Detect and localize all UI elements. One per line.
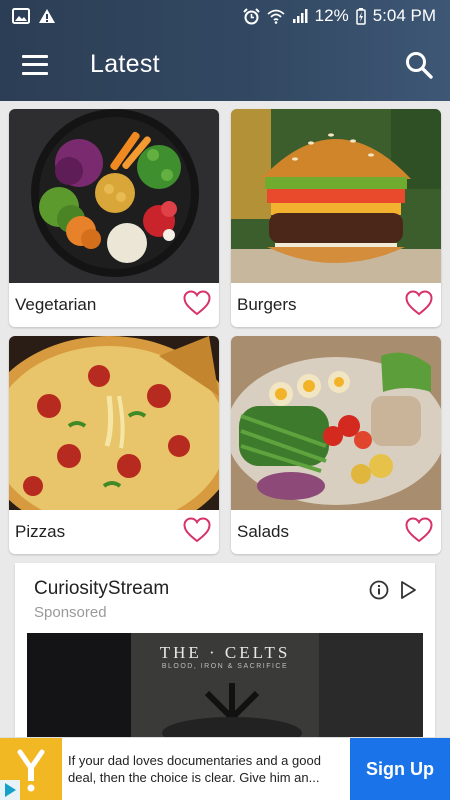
category-card-vegetarian[interactable]: Vegetarian [9, 109, 219, 327]
category-card-burgers[interactable]: Burgers [231, 109, 441, 327]
status-bar: 12% 5:04 PM [0, 0, 450, 32]
app-bar: Latest [0, 32, 450, 101]
pizzas-photo [9, 336, 219, 510]
info-icon[interactable] [369, 580, 389, 600]
warning-icon [39, 9, 55, 23]
heart-outline-icon[interactable] [405, 290, 433, 316]
wifi-icon [267, 9, 285, 24]
image-icon [12, 8, 30, 24]
category-label: Pizzas [15, 522, 66, 541]
heart-outline-icon[interactable] [405, 517, 433, 543]
burgers-photo [231, 109, 441, 283]
category-label: Vegetarian [15, 295, 97, 314]
heart-outline-icon[interactable] [183, 517, 211, 543]
salads-photo [231, 336, 441, 510]
top-bar: 12% 5:04 PM Latest [0, 0, 450, 101]
hamburger-menu-icon[interactable] [22, 54, 48, 75]
category-card-salads[interactable]: Salads [231, 336, 441, 554]
category-label: Burgers [237, 295, 297, 314]
sponsored-ad-card[interactable]: CuriosityStream Sponsored THE · CELTS BL… [15, 563, 435, 743]
sign-up-button[interactable]: Sign Up [350, 738, 450, 800]
ad-advertiser: CuriosityStream [34, 578, 170, 599]
page-title: Latest [90, 50, 160, 78]
banner-ad-text: If your dad loves documentaries and a go… [68, 753, 321, 785]
ad-video-subtitle: BLOOD, IRON & SACRIFICE [161, 663, 289, 670]
battery-percent: 12% [314, 6, 349, 25]
ad-video-thumbnail[interactable]: THE · CELTS BLOOD, IRON & SACRIFICE [27, 633, 423, 743]
category-label: Salads [237, 522, 289, 541]
alarm-icon [242, 7, 260, 24]
signal-icon [292, 9, 308, 23]
ad-choices-icon[interactable] [0, 780, 20, 800]
clock: 5:04 PM [372, 6, 436, 25]
category-card-pizzas[interactable]: Pizzas [9, 336, 219, 554]
bottom-banner-ad[interactable]: If your dad loves documentaries and a go… [0, 737, 450, 800]
battery-icon [355, 7, 366, 25]
ad-choices-play-icon[interactable] [398, 580, 418, 600]
heart-outline-icon[interactable] [183, 290, 211, 316]
search-icon[interactable] [404, 50, 434, 80]
ad-video-title: THE · CELTS [159, 643, 291, 662]
vegetarian-photo [9, 109, 219, 283]
ad-sponsored-label: Sponsored [34, 604, 107, 621]
